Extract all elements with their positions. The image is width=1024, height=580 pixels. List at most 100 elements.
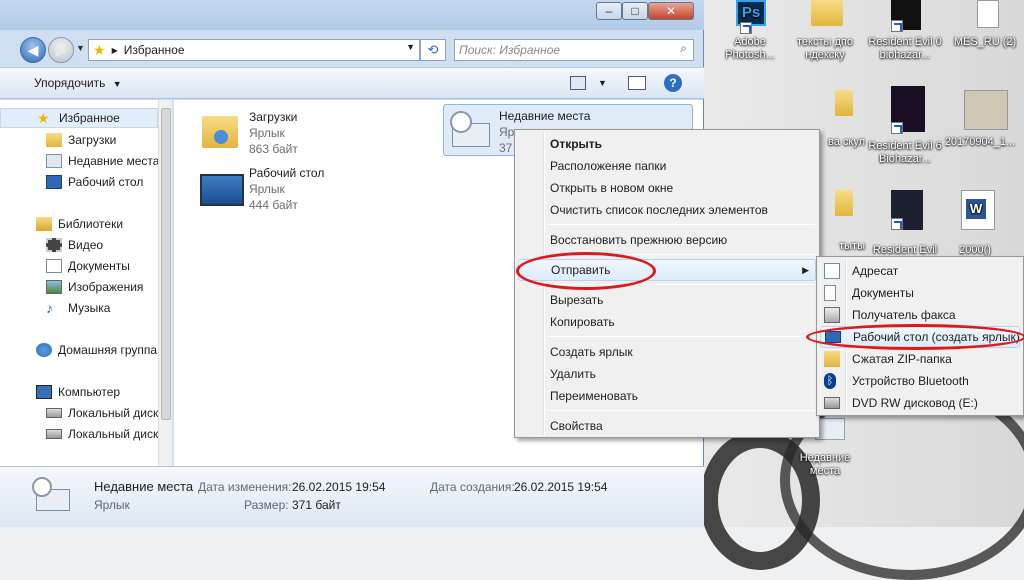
menu-item-label: Получатель факса [852, 308, 956, 322]
menu-item-create-shortcut[interactable]: Создать ярлык [518, 341, 816, 363]
nav-item-label: Видео [68, 238, 104, 252]
file-size: 863 байт [249, 142, 298, 156]
send-to-dvd-drive[interactable]: DVD RW дисковод (E:) [820, 392, 1020, 414]
nav-item-local-disk-2[interactable]: Локальный диск [0, 424, 158, 444]
menu-item-open-new-window[interactable]: Открыть в новом окне [518, 177, 816, 199]
address-dropdown-icon[interactable]: ▼ [406, 42, 415, 52]
menu-item-delete[interactable]: Удалить [518, 363, 816, 385]
word-document-icon: W [961, 190, 995, 230]
send-to-mail-recipient[interactable]: Адресат [820, 260, 1020, 282]
documents-icon [46, 259, 62, 273]
send-to-submenu: Адресат Документы Получатель факса Рабоч… [816, 256, 1024, 416]
video-icon [46, 238, 62, 252]
forward-button[interactable]: ▶ [48, 37, 74, 63]
menu-item-clear-recent[interactable]: Очистить список последних элементов [518, 199, 816, 221]
back-button[interactable]: ◀ [20, 37, 46, 63]
menu-item-label: Сжатая ZIP-папка [852, 352, 952, 366]
nav-item-label: Домашняя группа [58, 343, 158, 357]
breadcrumb-favorites[interactable]: Избранное [124, 43, 185, 57]
file-name: Рабочий стол [249, 166, 325, 180]
address-bar[interactable]: ★ ▶ Избранное ▼ [88, 39, 420, 61]
search-icon[interactable]: ⌕ [680, 41, 687, 56]
send-to-documents[interactable]: Документы [820, 282, 1020, 304]
nav-item-label: Документы [68, 259, 130, 273]
mail-recipient-icon [824, 263, 840, 279]
desktop-icon-folder[interactable]: тексты дпо ндекску [785, 0, 865, 62]
downloads-folder-icon [198, 110, 244, 152]
scrollbar-thumb[interactable] [161, 108, 171, 420]
nav-item-downloads[interactable]: Загрузки [0, 130, 116, 150]
file-size: 37 [499, 141, 513, 155]
search-placeholder: Поиск: Избранное [459, 43, 561, 57]
breadcrumb-separator[interactable]: ▶ [112, 46, 118, 55]
menu-item-open-location[interactable]: Расположеняе папки [518, 155, 816, 177]
desktop-icon-photo[interactable]: 20170904_1... [940, 90, 1020, 149]
homegroup-icon [36, 343, 52, 357]
menu-item-label: Рабочий стол (создать ярлык) [853, 330, 1020, 344]
downloads-folder-icon [46, 133, 62, 147]
nav-item-label: Рабочий стол [68, 175, 144, 189]
menu-separator [547, 410, 815, 411]
desktop-icon-re6[interactable]: Resident Evil 6 Biohazar... [865, 86, 945, 166]
menu-item-restore-version[interactable]: Восстановить прежнюю версию [518, 229, 816, 251]
address-row: ◀ ▶ ▼ ★ ▶ Избранное ▼ ⟲ Поиск: Избранное… [0, 31, 704, 67]
nav-item-music[interactable]: ♪ Музыка [0, 298, 110, 318]
nav-item-libraries[interactable]: Библиотеки [0, 214, 123, 234]
send-to-bluetooth[interactable]: ᛒ Устройство Bluetooth [820, 370, 1020, 392]
nav-item-label: Локальный диск [68, 406, 159, 420]
chevron-down-icon: ▼ [112, 79, 122, 89]
help-icon[interactable]: ? [664, 74, 682, 92]
details-size-label: Размер: [244, 498, 289, 512]
star-icon: ★ [37, 110, 50, 126]
menu-item-rename[interactable]: Переименовать [518, 385, 816, 407]
folder-icon [835, 90, 853, 116]
details-created-label: Дата создания: [430, 480, 515, 494]
desktop-icon-word[interactable]: W 2000() [935, 190, 1015, 257]
desktop-icon [46, 175, 62, 189]
nav-item-label: Музыка [68, 301, 111, 315]
send-to-zip[interactable]: Сжатая ZIP-папка [820, 348, 1020, 370]
menu-item-send-to[interactable]: Отправить ▶ [518, 259, 816, 281]
zip-folder-icon [824, 351, 840, 367]
folder-icon [811, 0, 843, 26]
desktop-icon-re[interactable]: Resident Evil [865, 190, 945, 257]
file-item-downloads[interactable]: Загрузки Ярлык 863 байт [194, 106, 444, 158]
desktop-icon-re0[interactable]: Resident Evil 0 biohazar... [865, 0, 945, 62]
file-item-desktop[interactable]: Рабочий стол Ярлык 444 байт [194, 162, 444, 214]
desktop-icon-photoshop[interactable]: Ps Adobe Photosh... [710, 0, 790, 62]
view-options-icon[interactable] [570, 76, 586, 90]
refresh-button[interactable]: ⟲ [420, 39, 446, 61]
menu-item-copy[interactable]: Копировать [518, 311, 816, 333]
nav-item-homegroup[interactable]: Домашняя группа [0, 340, 157, 360]
close-button[interactable]: ✕ [648, 2, 694, 20]
menu-item-open[interactable]: Открыть [518, 133, 816, 155]
nav-item-documents[interactable]: Документы [0, 256, 130, 276]
title-bar[interactable]: – □ ✕ [0, 0, 704, 30]
document-icon [977, 0, 999, 28]
minimize-button[interactable]: – [596, 2, 622, 20]
menu-item-label: Устройство Bluetooth [852, 374, 969, 388]
menu-item-properties[interactable]: Свойства [518, 415, 816, 437]
view-dropdown-icon[interactable]: ▼ [598, 78, 607, 88]
navigation-scrollbar[interactable] [158, 100, 172, 466]
recent-pages-icon[interactable]: ▼ [76, 43, 85, 53]
nav-item-label: Изображения [68, 280, 144, 294]
search-input[interactable]: Поиск: Избранное ⌕ [454, 39, 694, 61]
nav-item-video[interactable]: Видео [0, 235, 103, 255]
menu-item-cut[interactable]: Вырезать [518, 289, 816, 311]
organize-button[interactable]: Упорядочить ▼ [34, 76, 122, 90]
desktop-icon-mes[interactable]: MES_RU (2) [945, 0, 1024, 49]
nav-item-local-disk-1[interactable]: Локальный диск [0, 403, 158, 423]
nav-item-desktop[interactable]: Рабочий стол [0, 172, 143, 192]
computer-icon [36, 385, 52, 399]
fax-icon [824, 307, 840, 323]
nav-item-favorites[interactable]: ★ Избранное [0, 108, 158, 128]
nav-item-recent-places[interactable]: Недавние места [0, 151, 159, 171]
maximize-button[interactable]: □ [622, 2, 648, 20]
details-type: Ярлык [94, 498, 130, 512]
send-to-fax[interactable]: Получатель факса [820, 304, 1020, 326]
nav-item-computer[interactable]: Компьютер [0, 382, 120, 402]
nav-item-pictures[interactable]: Изображения [0, 277, 143, 297]
send-to-desktop-shortcut[interactable]: Рабочий стол (создать ярлык) [820, 326, 1020, 348]
preview-pane-icon[interactable] [628, 76, 646, 90]
